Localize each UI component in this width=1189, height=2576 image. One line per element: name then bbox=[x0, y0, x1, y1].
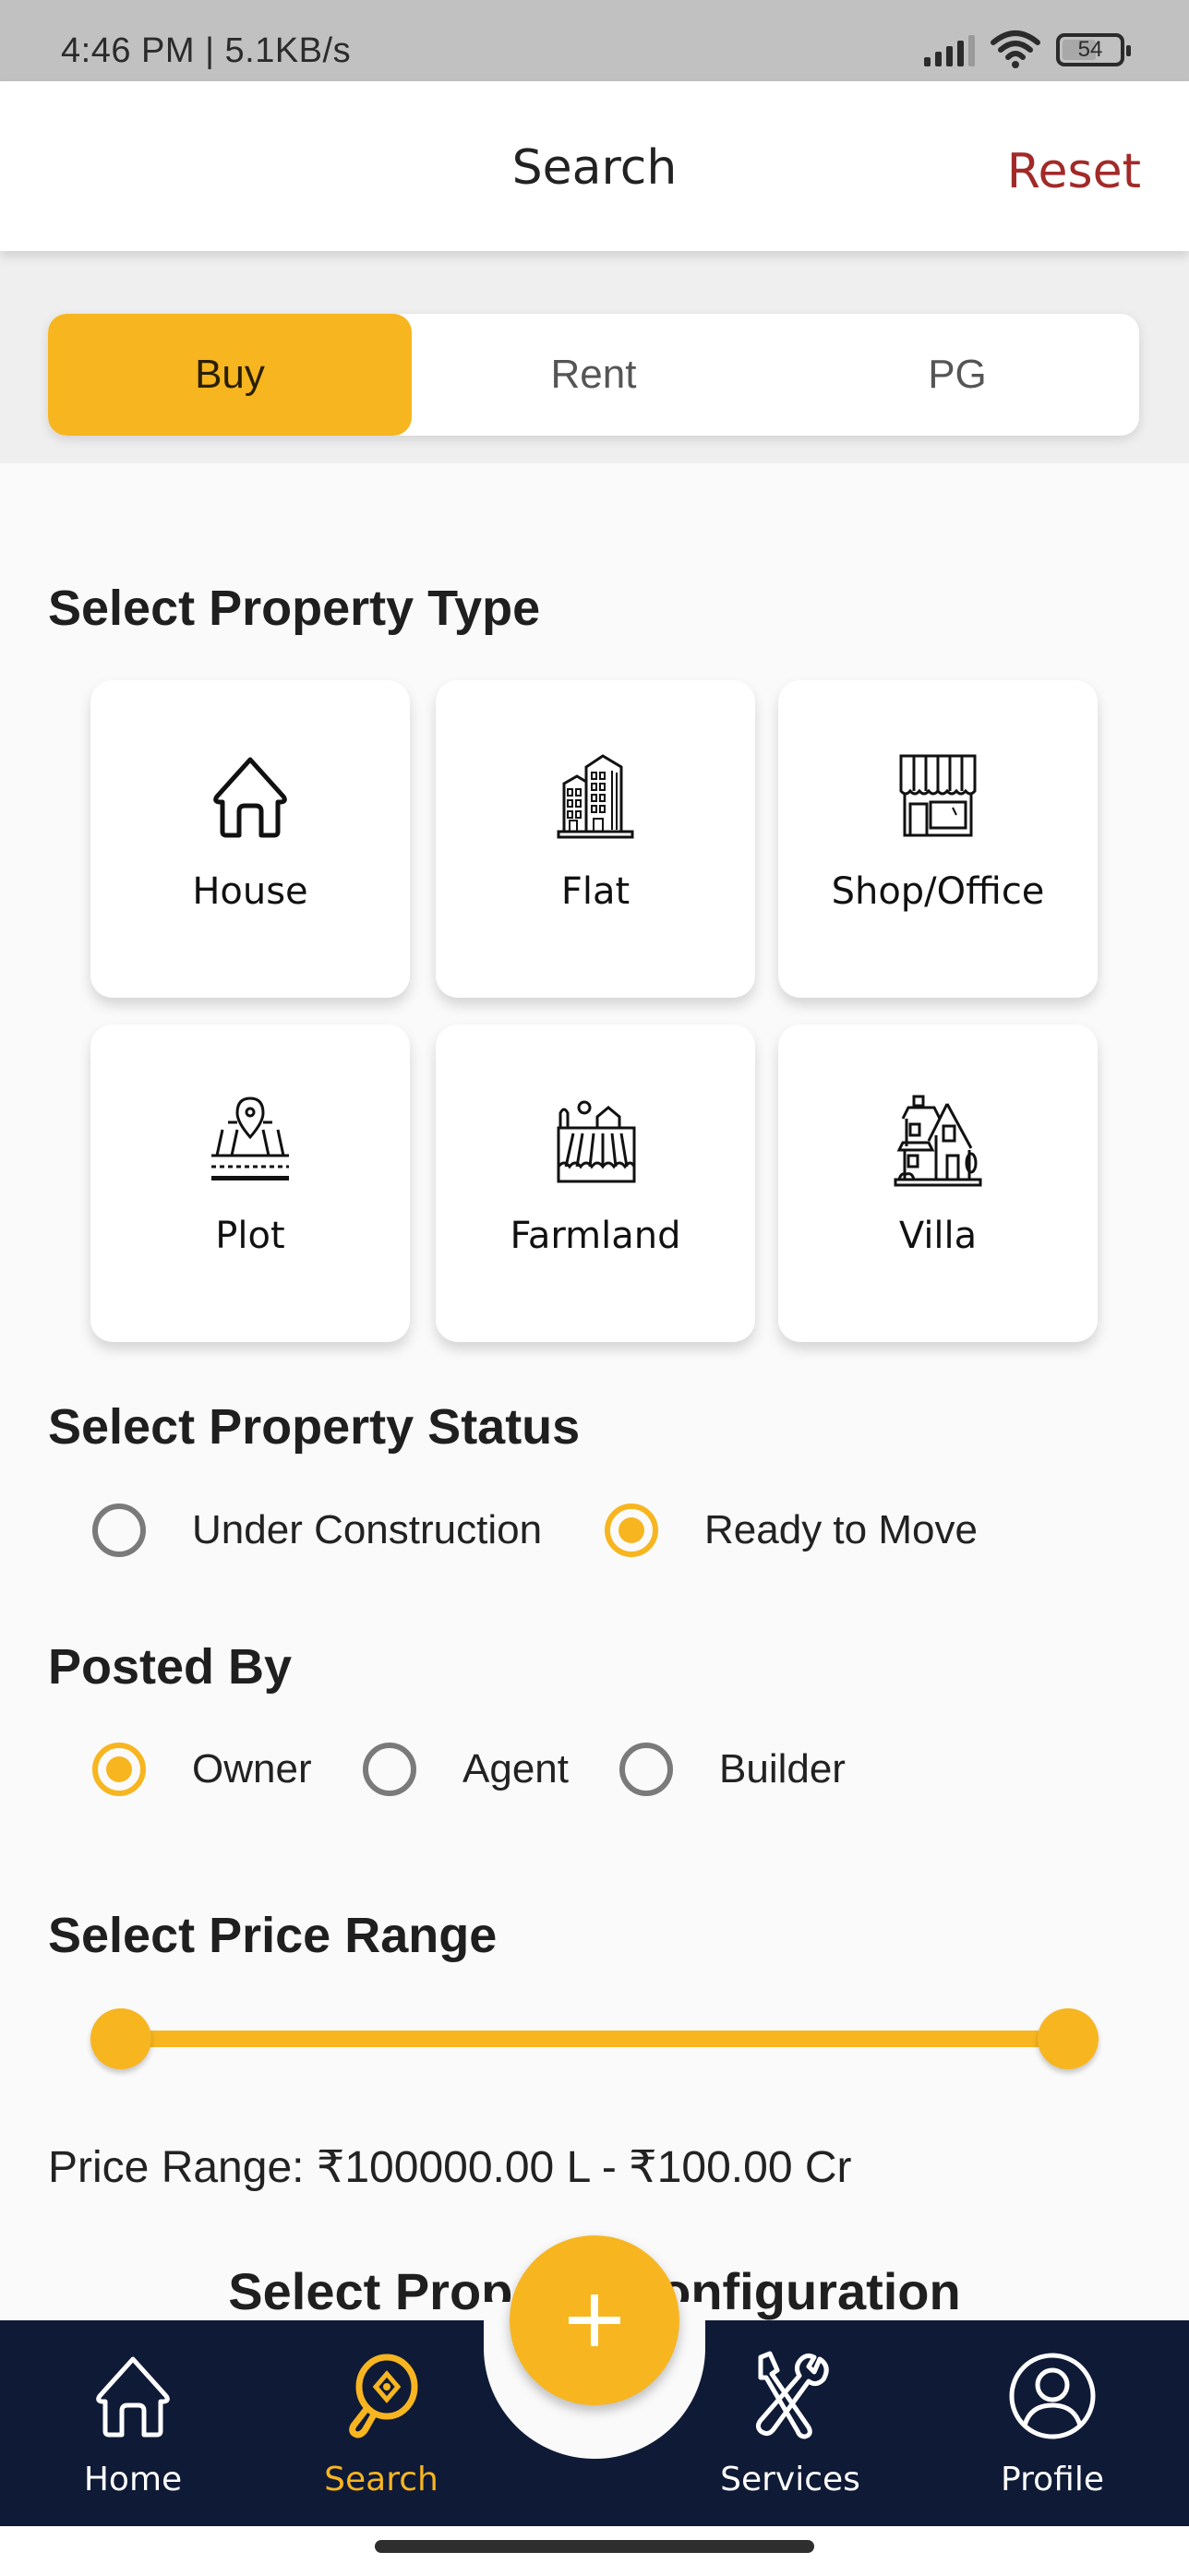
wifi-icon bbox=[991, 30, 1040, 68]
home-indicator[interactable] bbox=[375, 2540, 814, 2553]
radio-checked-icon bbox=[92, 1743, 146, 1796]
house-icon bbox=[213, 757, 287, 838]
radio-unchecked-icon bbox=[619, 1743, 673, 1796]
posted-by-owner[interactable]: Owner bbox=[92, 1743, 312, 1796]
radio-checked-icon bbox=[605, 1504, 658, 1557]
radio-label: Owner bbox=[192, 1746, 312, 1791]
nav-label: Home bbox=[83, 2461, 183, 2498]
property-type-label: Villa bbox=[898, 1215, 978, 1257]
nav-services[interactable]: Services bbox=[720, 2320, 860, 2526]
plot-icon bbox=[211, 1096, 289, 1180]
nav-label: Search bbox=[324, 2461, 438, 2498]
profile-icon bbox=[1009, 2353, 1096, 2439]
radio-label: Ready to Move bbox=[704, 1507, 978, 1552]
nav-search[interactable]: Search bbox=[321, 2320, 441, 2526]
radio-label: Builder bbox=[719, 1746, 846, 1791]
app-header: Search Reset bbox=[0, 81, 1189, 251]
status-option-ready-to-move[interactable]: Ready to Move bbox=[605, 1504, 978, 1557]
villa-icon bbox=[894, 1095, 982, 1187]
status-time-speed: 4:46 PM | 5.1KB/s bbox=[61, 31, 352, 70]
posted-by-agent[interactable]: Agent bbox=[363, 1743, 569, 1796]
reset-button[interactable]: Reset bbox=[1007, 144, 1141, 199]
home-icon bbox=[96, 2356, 170, 2438]
battery-icon: 54 bbox=[1056, 33, 1131, 66]
tab-buy[interactable]: Buy bbox=[48, 314, 412, 436]
property-type-label: Flat bbox=[560, 870, 631, 913]
property-type-title: Select Property Type bbox=[48, 581, 541, 636]
tools-icon bbox=[755, 2351, 829, 2439]
nav-label: Profile bbox=[1001, 2461, 1104, 2498]
listing-type-band: Buy Rent PG bbox=[0, 251, 1189, 463]
search-icon bbox=[349, 2354, 418, 2438]
property-type-label: Farmland bbox=[510, 1215, 681, 1257]
farmland-icon bbox=[557, 1100, 636, 1183]
property-type-plot[interactable]: Plot bbox=[90, 1024, 410, 1342]
property-type-house[interactable]: House bbox=[90, 680, 410, 998]
nav-home[interactable]: Home bbox=[83, 2320, 183, 2526]
nav-label: Services bbox=[720, 2461, 860, 2498]
radio-label: Under Construction bbox=[192, 1507, 543, 1552]
slider-thumb-min[interactable] bbox=[90, 2008, 151, 2069]
tab-pg[interactable]: PG bbox=[775, 314, 1139, 436]
radio-unchecked-icon bbox=[92, 1504, 146, 1557]
posted-by-title: Posted By bbox=[48, 1639, 293, 1695]
status-option-under-construction[interactable]: Under Construction bbox=[92, 1504, 542, 1557]
property-type-label: Plot bbox=[215, 1215, 285, 1257]
property-status-title: Select Property Status bbox=[48, 1399, 581, 1455]
price-range-slider[interactable] bbox=[90, 2008, 1099, 2069]
status-bar: 4:46 PM | 5.1KB/s 54 bbox=[0, 0, 1189, 81]
signal-icon bbox=[924, 33, 975, 66]
slider-thumb-max[interactable] bbox=[1038, 2008, 1099, 2069]
tab-rent[interactable]: Rent bbox=[412, 314, 775, 436]
property-type-shop-office[interactable]: Shop/Office bbox=[778, 680, 1098, 998]
plus-icon bbox=[569, 2294, 620, 2346]
price-range-text: Price Range: ₹100000.00 L - ₹100.00 Cr bbox=[48, 2143, 852, 2192]
property-type-label: Shop/Office bbox=[831, 870, 1045, 913]
shop-icon bbox=[899, 754, 977, 837]
price-range-title: Select Price Range bbox=[48, 1908, 498, 1963]
listing-type-tabs: Buy Rent PG bbox=[48, 314, 1139, 436]
add-listing-button[interactable] bbox=[510, 2235, 679, 2405]
battery-level: 54 bbox=[1077, 37, 1103, 62]
radio-label: Agent bbox=[462, 1746, 569, 1791]
property-type-flat[interactable]: Flat bbox=[436, 680, 755, 998]
property-type-villa[interactable]: Villa bbox=[778, 1024, 1098, 1342]
building-icon bbox=[557, 754, 634, 839]
slider-track bbox=[121, 2031, 1068, 2047]
property-type-label: House bbox=[192, 870, 308, 913]
radio-unchecked-icon bbox=[363, 1743, 416, 1796]
nav-profile[interactable]: Profile bbox=[995, 2320, 1110, 2526]
status-icons: 54 bbox=[924, 30, 1131, 68]
property-type-farmland[interactable]: Farmland bbox=[436, 1024, 755, 1342]
posted-by-builder[interactable]: Builder bbox=[619, 1743, 846, 1796]
